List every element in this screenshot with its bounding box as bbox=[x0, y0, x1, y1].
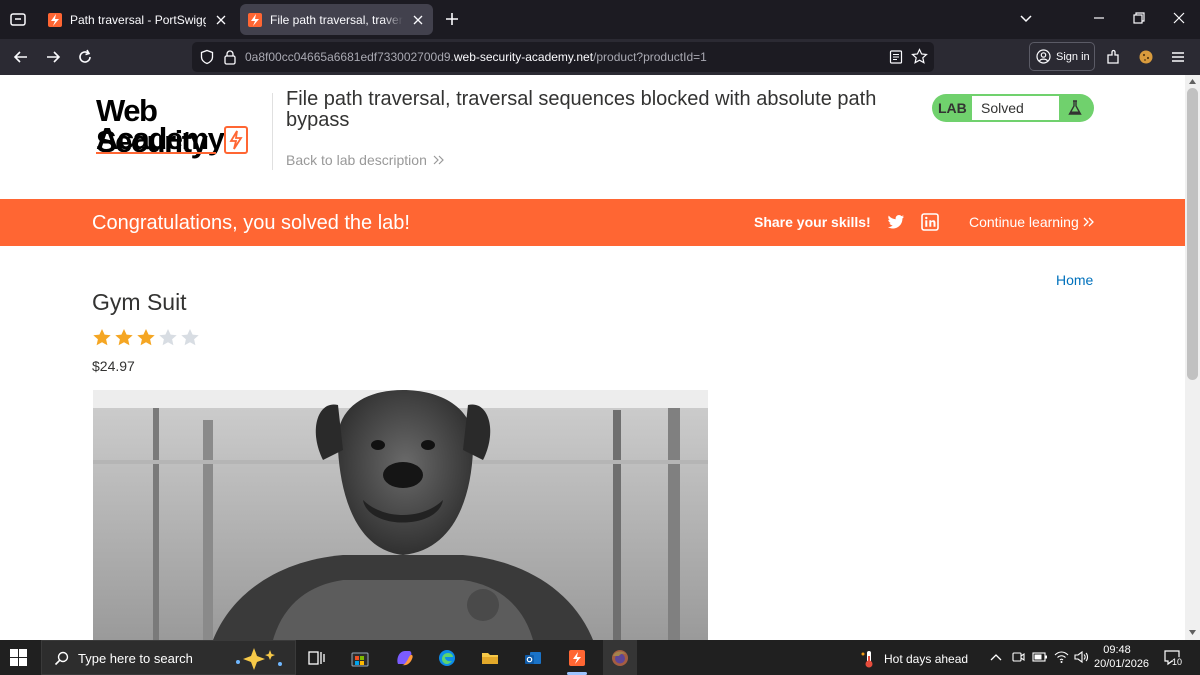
reload-icon[interactable] bbox=[75, 47, 95, 67]
cookie-extension-icon[interactable] bbox=[1136, 47, 1156, 67]
taskbar-search-box[interactable]: Type here to search bbox=[41, 640, 296, 675]
star-empty-icon bbox=[159, 329, 177, 346]
share-skills-label: Share your skills! bbox=[754, 214, 871, 230]
tab-title: File path traversal, traversal sequences… bbox=[270, 12, 403, 27]
tab-path-traversal[interactable]: Path traversal - PortSwigger bbox=[40, 4, 236, 35]
portswigger-favicon-icon bbox=[48, 12, 62, 27]
scroll-down-arrow-icon[interactable] bbox=[1188, 628, 1197, 637]
url-path: /product?productId=1 bbox=[593, 50, 707, 64]
back-to-lab-description-link[interactable]: Back to lab description bbox=[286, 152, 445, 168]
account-icon bbox=[1036, 49, 1051, 64]
lab-badge-label: LAB bbox=[938, 100, 967, 116]
firefox-active-highlight bbox=[603, 640, 637, 675]
new-tab-icon[interactable] bbox=[443, 10, 461, 28]
wifi-icon[interactable] bbox=[1054, 650, 1069, 664]
windows-taskbar: Type here to search Hot days ahead 09:48… bbox=[0, 640, 1200, 675]
tab-list-icon[interactable] bbox=[8, 9, 28, 29]
search-placeholder: Type here to search bbox=[78, 651, 193, 666]
twitter-icon[interactable] bbox=[887, 213, 905, 231]
close-window-icon[interactable] bbox=[1171, 10, 1187, 26]
scroll-up-arrow-icon[interactable] bbox=[1188, 77, 1197, 86]
back-arrow-icon[interactable] bbox=[11, 47, 31, 67]
extensions-icon[interactable] bbox=[1103, 47, 1123, 67]
star-filled-icon bbox=[115, 329, 133, 346]
url-text[interactable]: 0a8f00cc04665a6681edf733002700d9.web-sec… bbox=[245, 50, 707, 64]
solved-banner: Congratulations, you solved the lab! Sha… bbox=[0, 199, 1185, 246]
outlook-icon[interactable] bbox=[522, 647, 544, 669]
sign-in-label: Sign in bbox=[1056, 50, 1090, 63]
lab-title: File path traversal, traversal sequences… bbox=[286, 88, 877, 131]
flask-icon bbox=[1068, 100, 1082, 115]
star-empty-icon bbox=[181, 329, 199, 346]
url-prefix: 0a8f00cc04665a6681edf733002700d9. bbox=[245, 50, 454, 64]
linkedin-icon[interactable] bbox=[921, 213, 939, 231]
battery-icon[interactable] bbox=[1032, 651, 1048, 663]
weather-widget[interactable]: Hot days ahead bbox=[860, 649, 968, 669]
close-tab-icon[interactable] bbox=[214, 13, 228, 27]
sign-in-button[interactable]: Sign in bbox=[1029, 42, 1095, 71]
search-icon bbox=[54, 651, 69, 666]
home-link[interactable]: Home bbox=[1056, 272, 1093, 288]
edge-browser-icon[interactable] bbox=[436, 647, 458, 669]
logo-line-2: Academy bbox=[96, 121, 225, 156]
menu-icon[interactable] bbox=[1168, 47, 1188, 67]
chevron-down-icon[interactable] bbox=[1018, 10, 1034, 26]
page-content: Web Security Academy File path traversal… bbox=[0, 75, 1185, 640]
continue-learning-label: Continue learning bbox=[969, 214, 1079, 230]
star-filled-icon bbox=[137, 329, 155, 346]
notification-center[interactable]: 10 bbox=[1163, 649, 1183, 667]
bookmark-star-icon[interactable] bbox=[911, 48, 928, 65]
url-host: web-security-academy.net bbox=[453, 50, 594, 64]
restore-icon[interactable] bbox=[1131, 10, 1147, 26]
microsoft-store-icon[interactable] bbox=[349, 647, 371, 669]
browser-nav-bar: 0a8f00cc04665a6681edf733002700d9.web-sec… bbox=[0, 39, 1200, 75]
shield-icon[interactable] bbox=[199, 49, 215, 65]
tab-title: Path traversal - PortSwigger bbox=[70, 12, 206, 27]
product-name: Gym Suit bbox=[92, 289, 187, 315]
portswigger-favicon-icon bbox=[248, 12, 262, 27]
close-tab-icon[interactable] bbox=[411, 13, 425, 27]
meet-now-icon[interactable] bbox=[1011, 650, 1025, 664]
gym-dog-photo bbox=[93, 390, 708, 640]
double-chevron-right-icon bbox=[433, 155, 444, 165]
minimize-icon[interactable] bbox=[1091, 10, 1107, 26]
lab-solved-label: Solved bbox=[972, 96, 1059, 120]
copilot-app-icon[interactable] bbox=[393, 647, 415, 669]
clock-date: 20/01/2026 bbox=[1094, 658, 1150, 670]
lab-status-badge: LAB Solved bbox=[932, 94, 1094, 122]
windows-start-icon[interactable] bbox=[10, 649, 27, 666]
tab-file-path-traversal[interactable]: File path traversal, traversal sequences… bbox=[240, 4, 433, 35]
task-view-icon[interactable] bbox=[305, 647, 327, 669]
lightning-bolt-icon bbox=[224, 126, 248, 154]
continue-learning-link[interactable]: Continue learning bbox=[969, 214, 1095, 230]
copilot-sparkle-icon bbox=[236, 648, 282, 670]
volume-icon[interactable] bbox=[1073, 650, 1089, 664]
weather-text: Hot days ahead bbox=[884, 652, 969, 666]
congrats-message: Congratulations, you solved the lab! bbox=[92, 212, 410, 234]
lock-icon[interactable] bbox=[223, 49, 237, 65]
web-security-academy-logo[interactable]: Web Security Academy bbox=[96, 95, 271, 157]
product-price: $24.97 bbox=[92, 358, 135, 374]
double-chevron-right-icon bbox=[1083, 217, 1094, 227]
burp-suite-icon[interactable] bbox=[566, 647, 588, 669]
system-clock[interactable]: 09:48 20/01/2026 bbox=[1094, 643, 1150, 671]
file-explorer-icon[interactable] bbox=[479, 647, 501, 669]
address-bar[interactable]: 0a8f00cc04665a6681edf733002700d9.web-sec… bbox=[192, 42, 934, 72]
tray-chevron-up-icon[interactable] bbox=[990, 652, 1002, 662]
thermometer-icon bbox=[861, 651, 873, 668]
reader-view-icon[interactable] bbox=[888, 49, 904, 65]
back-link-label: Back to lab description bbox=[286, 152, 427, 168]
forward-arrow-icon[interactable] bbox=[43, 47, 63, 67]
scrollbar-thumb[interactable] bbox=[1187, 88, 1198, 380]
product-rating bbox=[92, 328, 200, 347]
product-image bbox=[93, 390, 708, 640]
notification-count: 10 bbox=[1172, 657, 1183, 667]
browser-tab-strip: Path traversal - PortSwigger File path t… bbox=[0, 0, 1200, 39]
clock-time: 09:48 bbox=[1103, 644, 1131, 656]
logo-underline bbox=[96, 152, 216, 154]
header-divider bbox=[272, 93, 273, 170]
star-filled-icon bbox=[93, 329, 111, 346]
